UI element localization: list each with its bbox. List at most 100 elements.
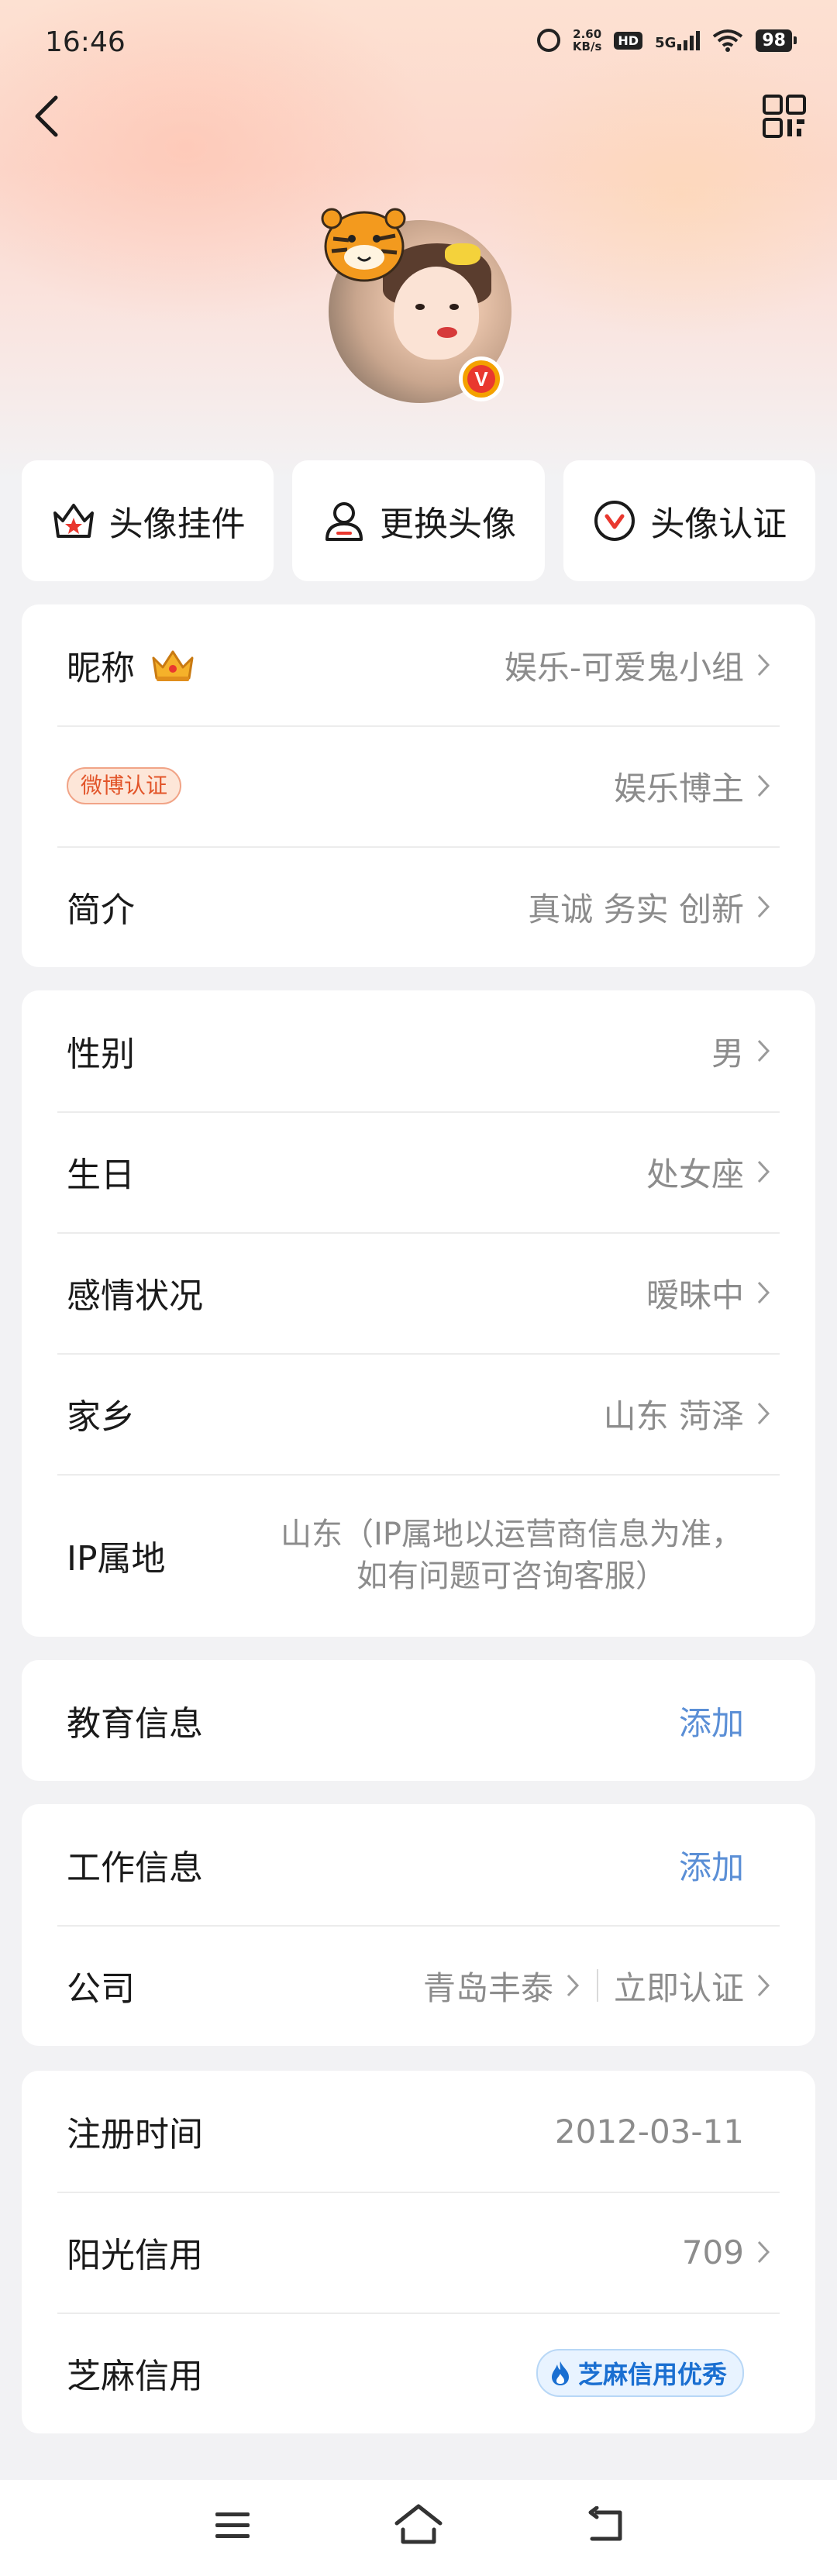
weibo-verify-label-group: 微博认证 [67,767,182,804]
work-label: 工作信息 [67,1848,203,1888]
company-label: 公司 [67,1969,135,2009]
avatar-verify-button[interactable]: 头像认证 [563,460,815,581]
sunshine-credit-value: 709 [681,2233,744,2271]
nickname-value-group: 娱乐-可爱鬼小组 [505,642,772,689]
chevron-right-icon [757,1281,770,1304]
cellular-signal-icon: 5G [655,30,701,51]
education-label: 教育信息 [67,1704,203,1744]
wifi-icon [713,29,743,52]
divider [596,1969,598,2002]
chevron-right-icon [567,1974,580,1997]
qr-code-icon[interactable] [761,93,808,139]
education-card: 教育信息 添加 [22,1660,815,1781]
weibo-verify-row[interactable]: 微博认证 娱乐博主 [22,725,815,846]
ip-location-label: IP属地 [67,1539,166,1579]
chevron-right-icon [757,1160,770,1183]
menu-icon[interactable] [214,2509,251,2542]
hometown-value-group: 山东 菏泽 [604,1390,772,1438]
birthday-label: 生日 [67,1155,135,1195]
gender-row[interactable]: 性别 男 [22,990,815,1111]
weibo-verify-tag: 微博认证 [67,767,182,804]
network-type: 5G [655,35,677,51]
back-arrow-icon[interactable] [28,93,67,139]
ip-location-row: IP属地 山东（IP属地以运营商信息为准，如有问题可咨询客服） [22,1474,815,1637]
sunshine-credit-label: 阳光信用 [67,2236,203,2275]
battery-icon: 98 [756,29,797,52]
profile-card: 昵称 娱乐-可爱鬼小组 微博认证 娱乐博主 简介 真诚 务实 创新 [22,604,815,967]
register-time-row: 注册时间 2012-03-11 [22,2071,815,2192]
education-row[interactable]: 教育信息 添加 [22,1660,815,1781]
avatar-container[interactable]: V [318,192,519,403]
verified-badge-icon: V [459,356,504,401]
hometown-row[interactable]: 家乡 山东 菏泽 [22,1353,815,1474]
tiger-pendant-icon [321,208,406,282]
education-add-button[interactable]: 添加 [679,1697,744,1744]
intro-value: 真诚 务实 创新 [528,890,744,928]
network-speed-unit: KB/s [572,40,602,53]
avatar-verify-label: 头像认证 [650,505,787,544]
verify-icon [594,501,636,541]
zhima-credit-row[interactable]: 芝麻信用 芝麻信用优秀 [22,2313,815,2433]
nickname-row[interactable]: 昵称 娱乐-可爱鬼小组 [22,604,815,725]
account-card: 注册时间 2012-03-11 阳光信用 709 芝麻信用 芝麻信用优秀 [22,2071,815,2433]
change-avatar-label: 更换头像 [379,505,516,544]
network-speed: 2.60 KB/s [573,28,601,53]
zhima-credit-badge[interactable]: 芝麻信用优秀 [536,2349,744,2397]
avatar-pendant-label: 头像挂件 [108,505,246,544]
home-icon[interactable] [394,2503,443,2547]
company-value[interactable]: 青岛丰泰 [423,1962,553,2009]
birthday-value-group: 处女座 [646,1149,772,1196]
verified-badge-letter: V [467,365,495,393]
register-time-label: 注册时间 [67,2115,203,2154]
register-time-value: 2012-03-11 [554,2112,744,2151]
hometown-label: 家乡 [67,1397,135,1437]
sunshine-credit-row[interactable]: 阳光信用 709 [22,2192,815,2313]
work-add-button[interactable]: 添加 [679,1841,744,1889]
gender-label: 性别 [67,1035,135,1074]
intro-label: 简介 [67,890,135,930]
gender-value-group: 男 [711,1028,772,1075]
chevron-right-icon [757,1039,770,1062]
company-verify-link[interactable]: 立即认证 [614,1962,744,2009]
relationship-value-group: 暧昧中 [646,1269,772,1317]
company-value-group: 青岛丰泰 立即认证 [423,1962,772,2009]
nickname-value: 娱乐-可爱鬼小组 [504,648,744,687]
crown-icon [152,650,194,681]
system-nav-bar [0,2480,837,2576]
avatar-pendant-button[interactable]: 头像挂件 [22,460,274,581]
work-card: 工作信息 添加 公司 青岛丰泰 立即认证 [22,1804,815,2046]
change-avatar-button[interactable]: 更换头像 [292,460,545,581]
hd-icon: HD [614,31,643,50]
chevron-right-icon [757,653,770,677]
birthday-row[interactable]: 生日 处女座 [22,1111,815,1232]
chevron-right-icon [757,2240,770,2264]
gender-value: 男 [711,1034,744,1073]
user-icon [325,502,363,541]
chevron-right-icon [757,774,770,797]
company-row: 公司 青岛丰泰 立即认证 [22,1925,815,2046]
alarm-icon [536,29,560,52]
birthday-value: 处女座 [646,1155,744,1193]
intro-row[interactable]: 简介 真诚 务实 创新 [22,846,815,967]
relationship-row[interactable]: 感情状况 暧昧中 [22,1232,815,1353]
weibo-verify-value: 娱乐博主 [613,769,744,808]
zhima-credit-badge-label: 芝麻信用优秀 [577,2360,727,2389]
chevron-right-icon [757,1402,770,1425]
nav-back-icon[interactable] [586,2506,625,2543]
top-nav [0,85,837,147]
status-time: 16:46 [45,26,126,58]
pendant-icon [53,504,94,538]
nickname-label: 昵称 [67,649,135,688]
chevron-right-icon [757,1974,770,1997]
zhima-credit-label: 芝麻信用 [67,2357,203,2396]
network-speed-value: 2.60 [573,27,602,41]
sunshine-credit-value-group: 709 [682,2233,772,2271]
zhima-credit-value-group: 芝麻信用优秀 [536,2349,744,2397]
weibo-verify-value-group: 娱乐博主 [614,763,772,810]
chevron-right-icon [757,895,770,918]
ip-location-value: 山东（IP属地以运营商信息为准，如有问题可咨询客服） [281,1517,742,1594]
hometown-value: 山东 菏泽 [603,1396,744,1435]
work-row[interactable]: 工作信息 添加 [22,1804,815,1925]
personal-info-card: 性别 男 生日 处女座 感情状况 暧昧中 家乡 山东 菏泽 IP属地 山东（IP… [22,990,815,1637]
status-icons: 2.60 KB/s HD 5G 98 [536,28,797,53]
